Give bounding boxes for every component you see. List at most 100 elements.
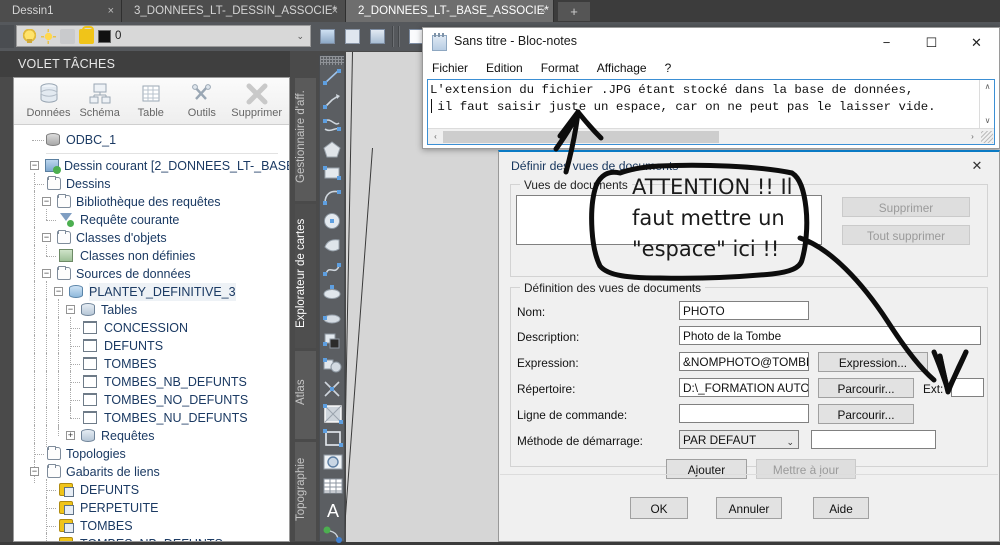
add-button[interactable]: Ajouter [666,459,747,479]
node-connect-icon[interactable] [320,521,344,545]
bulb-icon[interactable] [22,28,37,44]
side-tab-atlas[interactable]: Atlas [294,350,317,440]
spline-icon[interactable] [320,113,344,137]
side-tab-display-manager[interactable]: Gestionnaire d'aff. [294,77,317,202]
layer-states-button[interactable] [367,26,389,47]
chevron-down-icon[interactable]: ⌄ [296,31,304,42]
schema-button[interactable]: Schéma [77,81,122,119]
tree-node-link-tombes[interactable]: TOMBES [28,515,289,537]
command-line-field[interactable] [679,404,809,423]
arc-icon[interactable] [320,185,344,209]
polygon-icon[interactable] [320,137,344,161]
cancel-button[interactable]: Annuler [716,497,782,519]
raster-image-icon[interactable] [320,449,344,473]
close-icon[interactable]: × [540,0,546,22]
tree-node-requetes[interactable]: + Requêtes [28,425,289,447]
drawing-tab-1[interactable]: 3_DONNEES_LT-_DESSIN_ASSOCIE* × [122,0,346,22]
unlock-icon[interactable] [79,25,94,44]
browse-command-button[interactable]: Parcourir... [818,404,914,424]
scroll-right-icon[interactable]: › [965,130,980,144]
expression-button[interactable]: Expression... [818,352,928,372]
region-icon[interactable] [320,329,344,353]
tree-node-current-drawing[interactable]: − Dessin courant [2_DONNEES_LT-_BASE_ASS [28,157,289,175]
expression-field[interactable]: &NOMPHOTO@TOMBES [679,352,809,371]
tree-node-query-library[interactable]: − Bibliothèque des requêtes [28,191,289,213]
ok-button[interactable]: OK [630,497,688,519]
close-icon[interactable]: × [332,0,338,22]
text-icon[interactable]: A [320,497,344,521]
tree-node-undefined-classes[interactable]: Classes non définies [28,245,289,267]
expander-icon[interactable]: − [66,305,75,314]
delete-all-views-button[interactable]: Tout supprimer [842,225,970,245]
circle-icon[interactable] [320,209,344,233]
tree-node-tables[interactable]: − Tables [28,299,289,321]
menu-item-format[interactable]: Format [541,61,579,75]
data-button[interactable]: Données [26,81,71,119]
tree-node-link-templates[interactable]: − Gabarits de liens [28,461,289,483]
startup-extra-field[interactable] [811,430,936,449]
grid-table-icon[interactable] [320,473,344,497]
side-tab-topographie[interactable]: Topographie [294,441,317,542]
polyline-icon[interactable] [320,89,344,113]
tree-node-table-tombes-nu-defunts[interactable]: TOMBES_NU_DEFUNTS [28,407,289,429]
help-button[interactable]: Aide [813,497,869,519]
nom-field[interactable]: PHOTO [679,301,809,320]
expander-icon[interactable]: − [42,233,51,242]
chevron-down-icon[interactable]: ⌄ [786,434,794,450]
repertoire-field[interactable]: D:\_FORMATION AUTOCA [679,378,809,397]
tree-node-table-tombes-nb-defunts[interactable]: TOMBES_NB_DEFUNTS [28,371,289,393]
new-tab-button[interactable]: + [558,2,590,21]
expander-icon[interactable]: − [42,197,51,206]
curve-icon[interactable] [320,257,344,281]
horizontal-scrollbar[interactable]: ‹ › [428,128,994,144]
rectangle-icon[interactable] [320,161,344,185]
tree-node-link-tombes-nb-defunts[interactable]: TOMBES_NB_DEFUNTS [28,533,289,541]
vertical-scrollbar[interactable]: ∧ ∨ [979,80,994,128]
menu-item-edition[interactable]: Edition [486,61,523,75]
tree-node-table-concession[interactable]: CONCESSION [28,317,289,339]
side-tab-map-explorer[interactable]: Explorateur de cartes [294,203,317,349]
resize-grip-icon[interactable] [981,131,993,143]
notepad-window[interactable]: Sans titre - Bloc-notes − ☐ ✕ Fichier Ed… [422,27,1000,149]
layer-color-swatch[interactable] [98,29,111,43]
image-frame-icon[interactable] [320,401,344,425]
menu-item-affichage[interactable]: Affichage [597,61,647,75]
expander-icon[interactable]: − [42,269,51,278]
layer-previous-button[interactable] [342,26,364,47]
close-icon[interactable]: ✕ [961,155,993,177]
tree-node-table-defunts[interactable]: DEFUNTS [28,335,289,357]
tree-node-current-query[interactable]: Requête courante [28,209,289,231]
tree-node-odbc[interactable]: ODBC_1 [32,131,289,149]
freeze-icon[interactable] [60,28,75,44]
toolbar-grip[interactable] [320,56,344,65]
scrollbar-thumb[interactable] [443,131,719,143]
minimize-icon[interactable]: − [864,28,909,57]
expander-icon[interactable]: − [30,467,39,476]
tree-node-link-perpetuite[interactable]: PERPETUITE [28,497,289,519]
sun-icon[interactable] [41,28,56,44]
hatch-fill-icon[interactable] [320,233,344,257]
expander-icon[interactable]: − [54,287,63,296]
tree-node-dessins[interactable]: Dessins [28,173,289,193]
table-button[interactable]: Table [128,81,173,119]
tree-node-data-sources[interactable]: − Sources de données [28,263,289,285]
startup-method-combo[interactable]: PAR DEFAUT ⌄ [679,430,799,449]
tree-node-link-defunts[interactable]: DEFUNTS [28,479,289,501]
layer-manager-button[interactable] [317,26,339,47]
menu-item-fichier[interactable]: Fichier [432,61,468,75]
line-icon[interactable] [320,65,344,89]
menu-item-help[interactable]: ? [665,61,672,75]
surface-icon[interactable] [320,281,344,305]
expander-icon[interactable]: + [66,431,75,440]
update-button[interactable]: Mettre à jour [756,459,856,479]
close-icon[interactable]: ✕ [954,28,999,57]
layer-properties-icon[interactable] [0,25,14,48]
tree-node-topologies[interactable]: Topologies [28,443,289,465]
tree-node-plantey-definitive-3[interactable]: − PLANTEY_DEFINITIVE_3 [28,281,289,303]
clip-frame-icon[interactable] [320,425,344,449]
browse-directory-button[interactable]: Parcourir... [818,378,914,398]
scroll-up-icon[interactable]: ∧ [980,80,995,94]
close-icon[interactable]: × [108,0,114,22]
notepad-text-area[interactable]: L'extension du fichier .JPG étant stocké… [427,79,995,145]
ext-field[interactable] [951,378,984,397]
